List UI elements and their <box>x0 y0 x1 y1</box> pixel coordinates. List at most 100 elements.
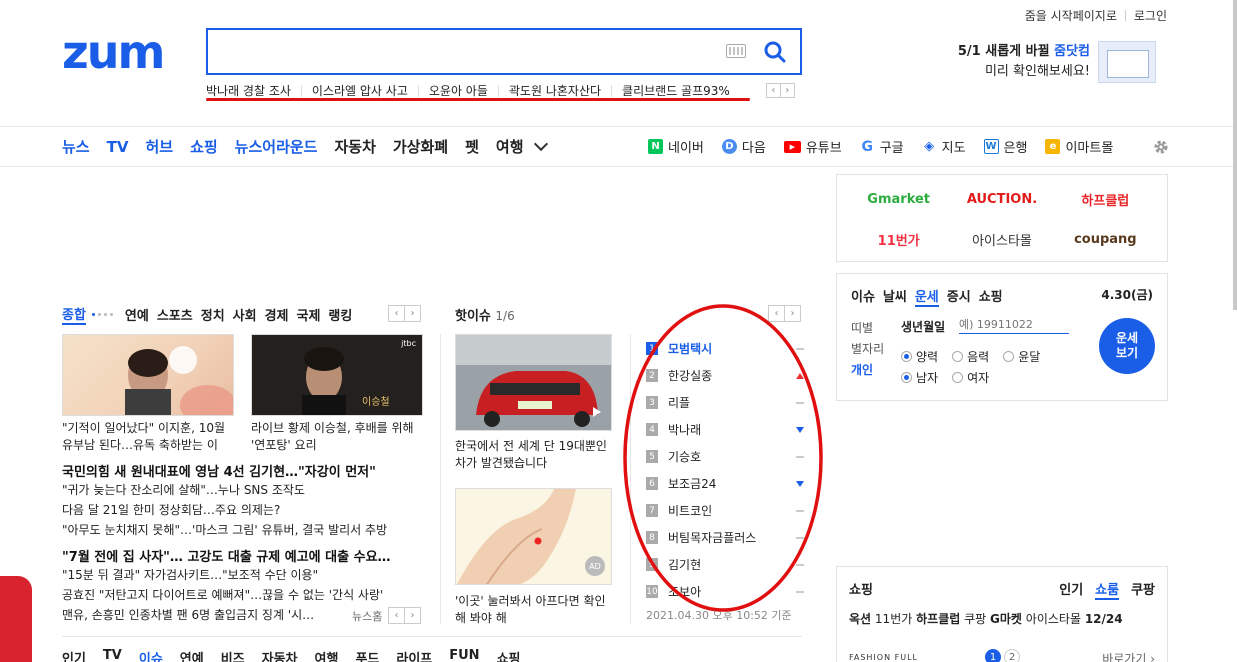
nav-item-tv[interactable]: TV <box>107 138 129 156</box>
trending-keyword[interactable]: 박나래 경찰 조사 <box>206 84 302 97</box>
brand-auction[interactable]: 옥션 <box>849 612 871 626</box>
tab-issue[interactable]: 이슈 <box>139 648 163 662</box>
service-google[interactable]: G 구글 <box>859 137 904 156</box>
news-item[interactable]: 공효진 "저탄고지 다이어트로 예뻐져"…끊을 수 없는 '간식 사랑' <box>62 585 430 605</box>
11st-link[interactable]: 11번가 <box>847 219 950 259</box>
trending-keyword[interactable]: 클리브랜드 골프93% <box>612 85 740 97</box>
tab-entertainment[interactable]: 연예 <box>180 648 204 662</box>
tab-sports[interactable]: 스포츠 <box>157 305 193 324</box>
halfclub-link[interactable]: 하프클럽 <box>1054 179 1157 219</box>
tab-entertainment[interactable]: 연예 <box>125 305 149 324</box>
nav-item-hub[interactable]: 허브 <box>145 136 173 157</box>
news-thumbnail[interactable] <box>62 334 234 416</box>
brand-11st[interactable]: 11번가 <box>875 612 912 626</box>
news-source[interactable]: 뉴스홈 <box>352 608 382 624</box>
trending-keyword[interactable]: 오윤아 아들 <box>419 84 499 97</box>
chevron-down-icon[interactable] <box>533 136 548 152</box>
tab-stock[interactable]: 증시 <box>947 286 971 307</box>
tab-world[interactable]: 국제 <box>297 305 321 324</box>
fortune-zodiac-animal[interactable]: 띠별 <box>851 318 884 339</box>
tab-coupang[interactable]: 쿠팡 <box>1131 579 1155 600</box>
trending-keyword[interactable]: 곽도원 나혼자산다 <box>499 84 613 97</box>
prev-button[interactable]: ‹ <box>388 305 405 322</box>
istarmall-link[interactable]: 아이스타몰 <box>950 219 1053 259</box>
news-headline[interactable]: "7월 전에 집 사자"… 고강도 대출 규제 예고에 대출 수요… <box>62 546 430 565</box>
nav-item-car[interactable]: 자동차 <box>334 136 375 157</box>
news-thumbnail[interactable]: 이승철 jtbc <box>251 334 423 416</box>
news-item[interactable]: "귀가 늦는다 잔소리에 살해"…누나 SNS 조작도 <box>62 480 430 500</box>
brand-coupang[interactable]: 쿠팡 <box>964 612 986 626</box>
radio-male[interactable]: 남자 <box>901 369 938 386</box>
news-item[interactable]: 맨유, 손흥민 인종차별 팬 6명 출입금지 징계 '시… <box>62 605 344 625</box>
nav-item-crypto[interactable]: 가상화폐 <box>393 136 448 157</box>
service-youtube[interactable]: ▶ 유튜브 <box>783 137 842 156</box>
scrollbar[interactable] <box>1233 0 1237 310</box>
radio-leap[interactable]: 윤달 <box>1003 348 1040 365</box>
radio-female[interactable]: 여자 <box>952 369 989 386</box>
gear-icon[interactable] <box>1153 139 1169 155</box>
news-caption[interactable]: 라이브 황제 이승철, 후배를 위해 '연포탕' 요리 <box>251 420 425 454</box>
tab-shopping[interactable]: 쇼핑 <box>497 648 521 662</box>
brand-halfclub[interactable]: 하프클럽 <box>916 612 960 626</box>
radio-lunar[interactable]: 음력 <box>952 348 989 365</box>
page-1-button[interactable]: 1 <box>985 649 1001 662</box>
nav-item-travel[interactable]: 여행 <box>496 136 524 157</box>
service-map[interactable]: ◈ 지도 <box>921 137 966 156</box>
zum-logo[interactable]: zum <box>62 28 165 76</box>
tab-general[interactable]: 종합 <box>62 304 86 325</box>
service-naver[interactable]: N 네이버 <box>648 137 704 156</box>
tab-weather[interactable]: 날씨 <box>883 286 907 307</box>
fashion-brand-logo[interactable]: FASHION FULL <box>849 653 918 662</box>
tab-economy[interactable]: 경제 <box>265 305 289 324</box>
ad-caption[interactable]: '이곳' 눌러봐서 아프다면 확인해 봐야 해 <box>455 593 615 627</box>
coupang-link[interactable]: coupang <box>1054 219 1157 259</box>
hot-issue-caption[interactable]: 한국에서 전 세계 단 19대뿐인 차가 발견됐습니다 <box>455 438 615 472</box>
keyboard-icon[interactable] <box>726 44 746 58</box>
nav-item-news-around[interactable]: 뉴스어라운드 <box>235 136 318 157</box>
next-button[interactable]: › <box>404 607 421 624</box>
radio-solar[interactable]: 양력 <box>901 348 938 365</box>
birth-date-input[interactable] <box>959 316 1069 334</box>
tab-shopping[interactable]: 쇼핑 <box>979 286 1003 307</box>
prev-button[interactable]: ‹ <box>388 607 405 624</box>
side-ad-image[interactable] <box>0 576 32 662</box>
tab-politics[interactable]: 정치 <box>201 305 225 324</box>
fortune-view-button[interactable]: 운세 보기 <box>1099 318 1155 374</box>
news-caption[interactable]: "기적이 일어났다" 이지훈, 10월 유부남 된다…유독 축하받는 이 <box>62 420 236 454</box>
tab-car[interactable]: 자동차 <box>262 648 298 662</box>
fortune-personal[interactable]: 개인 <box>851 360 884 381</box>
search-icon[interactable] <box>762 39 788 65</box>
shortcut-link[interactable]: 바로가기 › <box>1102 650 1155 662</box>
service-emart[interactable]: e 이마트몰 <box>1045 137 1113 156</box>
tab-issue[interactable]: 이슈 <box>851 286 875 307</box>
news-item[interactable]: "15분 뒤 결과" 자가검사키트…"보조적 수단 이용" <box>62 565 430 585</box>
news-headline[interactable]: 국민의힘 새 원내대표에 영남 4선 김기현…"자강이 먼저" <box>62 461 376 480</box>
tab-showroom[interactable]: 쇼룸 <box>1095 579 1120 600</box>
promo-text[interactable]: 5/1 새롭게 바뀔 줌닷컴 미리 확인해보세요! <box>940 42 1090 82</box>
set-start-page-link[interactable]: 줌을 시작페이지로 <box>1025 7 1117 24</box>
gmarket-link[interactable]: Gmarket <box>847 179 950 219</box>
hot-issue-video-thumbnail[interactable] <box>455 334 612 431</box>
nav-item-news[interactable]: 뉴스 <box>62 136 90 157</box>
tab-life[interactable]: 라이프 <box>396 648 432 662</box>
nav-item-shopping[interactable]: 쇼핑 <box>190 136 218 157</box>
service-daum[interactable]: D 다음 <box>721 137 766 156</box>
news-item[interactable]: 다음 달 21일 한미 정상회담…주요 의제는? <box>62 500 430 520</box>
brand-gmarket[interactable]: G마켓 <box>990 612 1022 626</box>
service-bank[interactable]: W 은행 <box>983 137 1027 156</box>
auction-link[interactable]: AUCTION. <box>950 179 1053 219</box>
tab-ranking[interactable]: 랭킹 <box>328 305 352 324</box>
login-link[interactable]: 로그인 <box>1134 7 1167 24</box>
next-button[interactable]: › <box>404 305 421 322</box>
news-item[interactable]: "아무도 눈치채지 못해"…'마스크 그림' 유튜버, 결국 발리서 추방 <box>62 520 430 540</box>
tab-fun[interactable]: FUN <box>449 648 479 662</box>
tab-biz[interactable]: 비즈 <box>221 648 245 662</box>
tab-popular[interactable]: 인기 <box>62 648 86 662</box>
tab-society[interactable]: 사회 <box>233 305 257 324</box>
fortune-constellation[interactable]: 별자리 <box>851 339 884 360</box>
next-button[interactable]: › <box>779 83 795 98</box>
search-input[interactable] <box>208 30 708 73</box>
ad-thumbnail[interactable]: AD <box>455 488 612 585</box>
brand-istarmall[interactable]: 아이스타몰 <box>1026 612 1081 626</box>
prev-button[interactable]: ‹ <box>765 83 781 98</box>
